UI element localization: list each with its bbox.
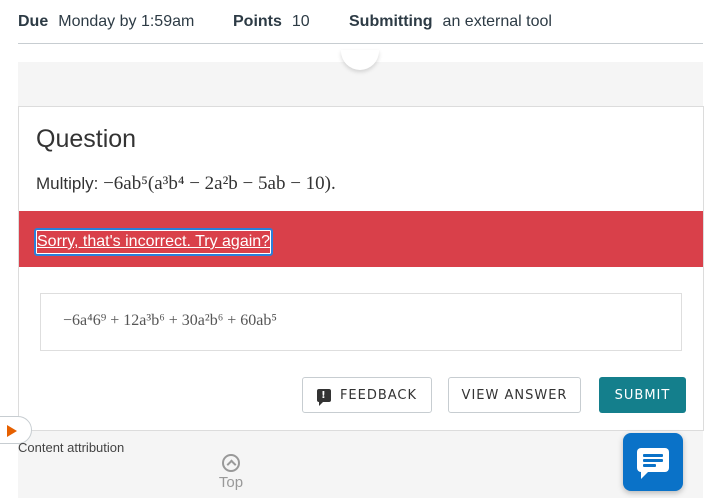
assignment-details-bar: Due Monday by 1:59am Points 10 Submittin… [18, 0, 703, 44]
submit-button[interactable]: SUBMIT [599, 377, 686, 413]
view-answer-button-label: VIEW ANSWER [461, 387, 568, 403]
feedback-icon: ! [316, 388, 331, 406]
chat-button[interactable] [623, 433, 683, 491]
play-icon [7, 425, 17, 437]
question-card: Question Multiply: −6ab⁵(a³b⁴ − 2a²b − 5… [18, 106, 704, 431]
view-answer-button[interactable]: VIEW ANSWER [448, 377, 581, 413]
chevron-up-circle-icon [222, 454, 240, 472]
back-to-top-label: Top [218, 474, 244, 491]
question-prompt-prefix: Multiply: [36, 174, 99, 193]
submitting-value: an external tool [442, 12, 552, 30]
points-label: Points [233, 12, 282, 30]
question-prompt: Multiply: −6ab⁵(a³b⁴ − 2a²b − 5ab − 10). [36, 173, 336, 195]
due-value: Monday by 1:59am [58, 12, 195, 30]
feedback-button-label: FEEDBACK [339, 387, 418, 403]
answer-value: −6a⁴6⁹ + 12a³b⁶ + 30a²b⁶ + 60ab⁵ [63, 312, 277, 329]
chat-icon [637, 448, 669, 479]
submitting-label: Submitting [349, 12, 433, 30]
incorrect-alert: Sorry, that's incorrect. Try again? [19, 211, 703, 267]
try-again-link[interactable]: Sorry, that's incorrect. Try again? [34, 228, 274, 256]
submit-button-label: SUBMIT [614, 387, 671, 403]
due-label: Due [18, 12, 49, 30]
content-attribution-link[interactable]: Content attribution [18, 440, 124, 455]
feedback-button[interactable]: ! FEEDBACK [302, 377, 432, 413]
answer-input[interactable]: −6a⁴6⁹ + 12a³b⁶ + 30a²b⁶ + 60ab⁵ [40, 293, 682, 351]
question-expression: −6ab⁵(a³b⁴ − 2a²b − 5ab − 10). [103, 173, 336, 194]
back-to-top-link[interactable]: Top [214, 454, 248, 491]
submitting-group: Submitting an external tool [349, 13, 552, 31]
due-group: Due Monday by 1:59am [18, 13, 233, 31]
points-value: 10 [291, 12, 310, 30]
points-group: Points 10 [233, 13, 349, 31]
question-title: Question [36, 125, 137, 153]
